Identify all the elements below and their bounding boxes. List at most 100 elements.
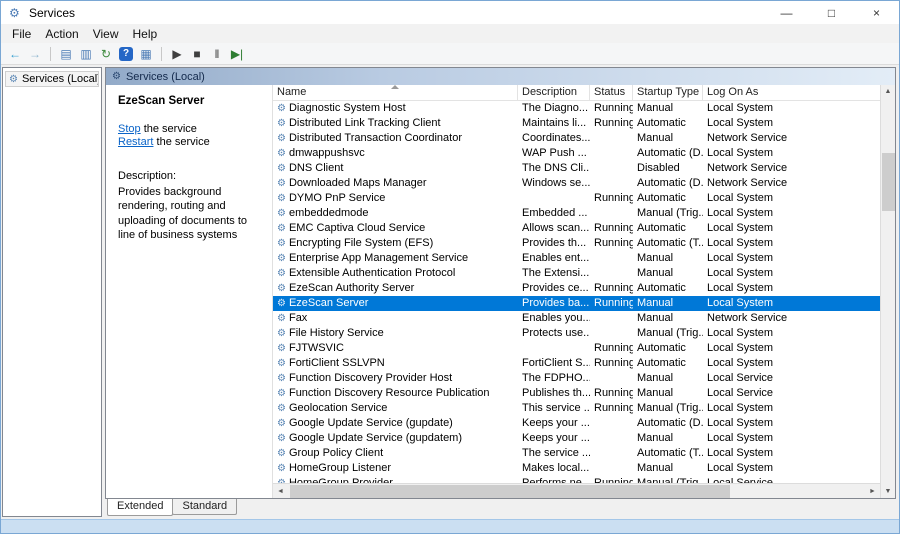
restart-service-icon[interactable]: ▶| (228, 46, 246, 62)
minimize-button[interactable]: — (764, 1, 809, 24)
refresh-icon[interactable]: ↻ (97, 46, 115, 62)
service-logon-cell: Local System (703, 191, 777, 206)
pause-service-icon[interactable]: ‖ (208, 46, 226, 62)
service-row[interactable]: ⚙Google Update Service (gupdate) Keeps y… (273, 416, 880, 431)
scroll-right-icon[interactable]: ► (865, 488, 880, 495)
restart-service-link[interactable]: Restart (118, 136, 153, 148)
forward-icon[interactable]: → (26, 46, 44, 62)
back-icon[interactable]: ← (6, 46, 24, 62)
service-row[interactable]: ⚙embeddedmode Embedded ... Manual (Trig.… (273, 206, 880, 221)
service-name-cell: ⚙Function Discovery Provider Host (273, 371, 518, 386)
extended-info-pane: EzeScan Server Stop the service Restart … (106, 85, 272, 498)
service-description-cell: Provides th... (518, 236, 590, 251)
horizontal-scroll-thumb[interactable] (290, 485, 730, 498)
horizontal-scrollbar[interactable]: ◄ ► (273, 483, 880, 498)
column-header-name[interactable]: Name (273, 85, 518, 100)
service-status-cell: Running (590, 221, 633, 236)
service-description-cell: This service ... (518, 401, 590, 416)
service-row[interactable]: ⚙Geolocation Service This service ... Ru… (273, 401, 880, 416)
service-row[interactable]: ⚙Function Discovery Provider Host The FD… (273, 371, 880, 386)
service-row[interactable]: ⚙dmwappushsvc WAP Push ... Automatic (D.… (273, 146, 880, 161)
service-status-cell: Running (590, 236, 633, 251)
service-row[interactable]: ⚙EzeScan Server Provides ba... Running M… (273, 296, 880, 311)
service-row[interactable]: ⚙DYMO PnP Service Running Automatic Loca… (273, 191, 880, 206)
service-row[interactable]: ⚙Downloaded Maps Manager Windows se... A… (273, 176, 880, 191)
service-description-cell (518, 191, 590, 206)
service-row[interactable]: ⚙FJTWSVIC Running Automatic Local System (273, 341, 880, 356)
service-row[interactable]: ⚙Distributed Link Tracking Client Mainta… (273, 116, 880, 131)
service-description-cell: Maintains li... (518, 116, 590, 131)
service-row[interactable]: ⚙Diagnostic System Host The Diagno... Ru… (273, 101, 880, 116)
service-row[interactable]: ⚙File History Service Protects use... Ma… (273, 326, 880, 341)
column-header-description[interactable]: Description (518, 85, 590, 100)
service-row[interactable]: ⚙HomeGroup Listener Makes local... Manua… (273, 461, 880, 476)
view-tabs: Extended Standard (105, 499, 896, 517)
stop-service-icon[interactable]: ■ (188, 46, 206, 62)
tree-item-services-local[interactable]: ⚙ Services (Local) (5, 71, 99, 87)
service-row[interactable]: ⚙Function Discovery Resource Publication… (273, 386, 880, 401)
service-row[interactable]: ⚙Distributed Transaction Coordinator Coo… (273, 131, 880, 146)
service-row[interactable]: ⚙Encrypting File System (EFS) Provides t… (273, 236, 880, 251)
tab-standard[interactable]: Standard (172, 499, 237, 515)
service-status-cell (590, 371, 633, 386)
close-button[interactable]: × (854, 1, 899, 24)
service-gear-icon: ⚙ (277, 328, 286, 339)
service-gear-icon: ⚙ (277, 133, 286, 144)
service-description-cell: WAP Push ... (518, 146, 590, 161)
service-name-cell: ⚙Group Policy Client (273, 446, 518, 461)
service-description-cell: Provides ba... (518, 296, 590, 311)
column-header-log-on-as[interactable]: Log On As (703, 85, 880, 100)
stop-service-link[interactable]: Stop (118, 123, 141, 135)
services-app-icon: ⚙ (9, 6, 25, 20)
service-gear-icon: ⚙ (277, 163, 286, 174)
service-startup-cell: Manual (633, 431, 703, 446)
service-row[interactable]: ⚙EzeScan Authority Server Provides ce...… (273, 281, 880, 296)
service-name-cell: ⚙dmwappushsvc (273, 146, 518, 161)
service-row[interactable]: ⚙FortiClient SSLVPN FortiClient S... Run… (273, 356, 880, 371)
selected-service-title: EzeScan Server (118, 95, 264, 107)
column-header-startup-type[interactable]: Startup Type (633, 85, 703, 100)
service-logon-cell: Local System (703, 116, 777, 131)
service-startup-cell: Automatic (633, 116, 703, 131)
service-row[interactable]: ⚙EMC Captiva Cloud Service Allows scan..… (273, 221, 880, 236)
service-description-cell: The service ... (518, 446, 590, 461)
vertical-scrollbar[interactable]: ▲ ▼ (880, 85, 895, 498)
scroll-up-icon[interactable]: ▲ (881, 85, 896, 98)
start-service-icon[interactable]: ▶ (168, 46, 186, 62)
service-logon-cell: Network Service (703, 131, 791, 146)
scroll-left-icon[interactable]: ◄ (273, 488, 288, 495)
service-gear-icon: ⚙ (277, 253, 286, 264)
tab-extended[interactable]: Extended (107, 499, 173, 516)
service-row[interactable]: ⚙HomeGroup Provider Performs ne... Runni… (273, 476, 880, 483)
service-row[interactable]: ⚙Group Policy Client The service ... Aut… (273, 446, 880, 461)
menu-action[interactable]: Action (38, 25, 85, 43)
maximize-button[interactable]: □ (809, 1, 854, 24)
service-startup-cell: Automatic (633, 281, 703, 296)
properties-icon[interactable]: ▦ (137, 46, 155, 62)
scroll-down-icon[interactable]: ▼ (881, 485, 896, 498)
column-header-status[interactable]: Status (590, 85, 633, 100)
service-startup-cell: Disabled (633, 161, 703, 176)
sort-ascending-indicator (391, 85, 399, 89)
service-row[interactable]: ⚙Enterprise App Management Service Enabl… (273, 251, 880, 266)
menu-help[interactable]: Help (126, 25, 165, 43)
service-status-cell (590, 206, 633, 221)
help-icon[interactable]: ? (119, 47, 133, 61)
service-description-cell: The Extensi... (518, 266, 590, 281)
show-hide-console-tree-icon[interactable]: ▤ (57, 46, 75, 62)
menu-bar: FileActionViewHelp (1, 24, 899, 43)
service-row[interactable]: ⚙Google Update Service (gupdatem) Keeps … (273, 431, 880, 446)
service-gear-icon: ⚙ (277, 118, 286, 129)
service-row[interactable]: ⚙Extensible Authentication Protocol The … (273, 266, 880, 281)
vertical-scroll-thumb[interactable] (882, 153, 895, 211)
service-gear-icon: ⚙ (277, 448, 286, 459)
export-list-icon[interactable]: ▥ (77, 46, 95, 62)
service-row[interactable]: ⚙Fax Enables you... Manual Network Servi… (273, 311, 880, 326)
menu-view[interactable]: View (86, 25, 126, 43)
menu-file[interactable]: File (5, 25, 38, 43)
title-bar: ⚙ Services — □ × (1, 1, 899, 24)
service-row[interactable]: ⚙DNS Client The DNS Cli... Disabled Netw… (273, 161, 880, 176)
service-status-cell (590, 146, 633, 161)
service-logon-cell: Local System (703, 341, 777, 356)
service-status-cell (590, 266, 633, 281)
